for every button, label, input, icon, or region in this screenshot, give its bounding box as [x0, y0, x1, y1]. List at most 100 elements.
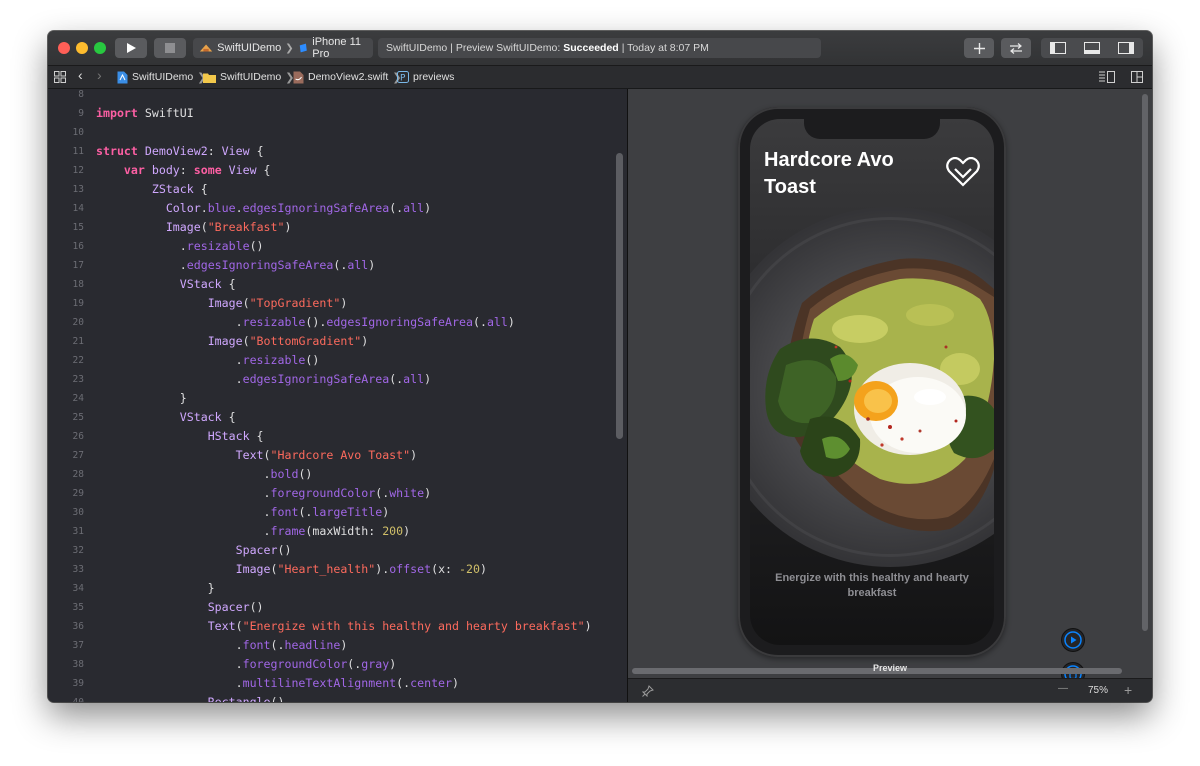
- code-line[interactable]: 26 HStack {: [48, 427, 627, 446]
- code-token: (): [305, 353, 320, 367]
- code-line[interactable]: 25 VStack {: [48, 408, 627, 427]
- code-token: Rectangle: [207, 695, 271, 702]
- stop-button[interactable]: [154, 38, 186, 58]
- code-line[interactable]: 17 .edgesIgnoringSafeArea(.all): [48, 256, 627, 275]
- add-editor-icon[interactable]: [1131, 69, 1143, 85]
- code-line[interactable]: 8: [48, 89, 627, 104]
- code-line[interactable]: 33 Image("Heart_health").offset(x: -20): [48, 560, 627, 579]
- code-line[interactable]: 32 Spacer(): [48, 541, 627, 560]
- code-token: all: [347, 258, 369, 272]
- code-line[interactable]: 36 Text("Energize with this healthy and …: [48, 617, 627, 636]
- code-line[interactable]: 39 .multilineTextAlignment(.center): [48, 674, 627, 693]
- code-line[interactable]: 28 .bold(): [48, 465, 627, 484]
- code-line[interactable]: 29 .foregroundColor(.white): [48, 484, 627, 503]
- forward-button[interactable]: ›: [97, 67, 102, 83]
- code-text: }: [96, 579, 215, 598]
- device-notch: [804, 119, 940, 139]
- scheme-selector[interactable]: SwiftUIDemo ❯ iPhone 11 Pro: [193, 36, 373, 60]
- inspector-toggle-icon[interactable]: [1118, 42, 1134, 54]
- code-token: ().: [305, 315, 327, 329]
- editor-scrollbar[interactable]: [616, 153, 623, 439]
- code-token: white: [389, 486, 425, 500]
- code-line[interactable]: 21 Image("BottomGradient"): [48, 332, 627, 351]
- back-button[interactable]: ‹: [78, 67, 83, 83]
- canvas-bottom-bar: — 75% +: [628, 678, 1152, 702]
- line-number: 9: [78, 108, 84, 119]
- code-token: (x:: [431, 562, 460, 576]
- debug-area-toggle-icon[interactable]: [1084, 42, 1100, 54]
- line-number: 29: [72, 488, 84, 499]
- library-button[interactable]: [964, 38, 994, 58]
- code-token: "Energize with this healthy and hearty b…: [242, 619, 585, 633]
- line-number: 31: [72, 526, 84, 537]
- related-items-icon[interactable]: [54, 69, 66, 85]
- canvas-vertical-scrollbar[interactable]: [1142, 94, 1148, 631]
- zoom-in-button[interactable]: +: [1124, 682, 1132, 698]
- zoom-out-button[interactable]: —: [1058, 683, 1068, 694]
- run-button[interactable]: [115, 38, 147, 58]
- code-line[interactable]: 35 Spacer(): [48, 598, 627, 617]
- close-window-button[interactable]: [58, 42, 70, 54]
- code-token: (): [249, 239, 264, 253]
- navigator-toggle-icon[interactable]: [1050, 42, 1066, 54]
- code-text: .edgesIgnoringSafeArea(.all): [96, 370, 432, 389]
- code-line[interactable]: 40 Rectangle(): [48, 693, 627, 702]
- pin-icon[interactable]: [642, 685, 654, 697]
- source-editor[interactable]: 8 9 import SwiftUI 10 11 struct DemoView2: Vi…: [48, 89, 627, 702]
- iphone-preview: Hardcore Avo Toast Energize with this he…: [738, 107, 1006, 657]
- code-line[interactable]: 16 .resizable(): [48, 237, 627, 256]
- minimize-window-button[interactable]: [76, 42, 88, 54]
- code-line[interactable]: 13 ZStack {: [48, 180, 627, 199]
- line-number: 17: [72, 260, 84, 271]
- code-line[interactable]: 23 .edgesIgnoringSafeArea(.all): [48, 370, 627, 389]
- line-number: 32: [72, 545, 84, 556]
- code-line[interactable]: 11 struct DemoView2: View {: [48, 142, 627, 161]
- line-number: 24: [72, 393, 84, 404]
- code-line[interactable]: 18 VStack {: [48, 275, 627, 294]
- code-text: Image("TopGradient"): [96, 294, 348, 313]
- code-token: .: [96, 676, 243, 690]
- code-line[interactable]: 37 .font(.headline): [48, 636, 627, 655]
- breadcrumb-symbol[interactable]: P previews: [397, 69, 454, 85]
- code-token: Spacer: [207, 600, 250, 614]
- code-token: Text: [235, 448, 264, 462]
- breadcrumb-file[interactable]: DemoView2.swift ❯: [293, 69, 402, 85]
- breadcrumb-project[interactable]: SwiftUIDemo ❯: [117, 69, 206, 85]
- code-line[interactable]: 15 Image("Breakfast"): [48, 218, 627, 237]
- zoom-window-button[interactable]: [94, 42, 106, 54]
- code-review-button[interactable]: [1001, 38, 1031, 58]
- code-line[interactable]: 24 }: [48, 389, 627, 408]
- code-token: ): [424, 486, 432, 500]
- code-token: Image: [165, 220, 201, 234]
- preview-canvas: Hardcore Avo Toast Energize with this he…: [628, 89, 1152, 702]
- code-line[interactable]: 20 .resizable().edgesIgnoringSafeArea(.a…: [48, 313, 627, 332]
- code-token: resizable: [186, 239, 250, 253]
- code-text: Spacer(): [96, 598, 264, 617]
- code-line[interactable]: 27 Text("Hardcore Avo Toast"): [48, 446, 627, 465]
- code-token: (.: [270, 638, 285, 652]
- code-line[interactable]: 34 }: [48, 579, 627, 598]
- code-line[interactable]: 12 var body: some View {: [48, 161, 627, 180]
- code-token: (): [249, 600, 264, 614]
- code-line[interactable]: 14 Color.blue.edgesIgnoringSafeArea(.all…: [48, 199, 627, 218]
- line-number: 20: [72, 317, 84, 328]
- code-line[interactable]: 31 .frame(maxWidth: 200): [48, 522, 627, 541]
- code-line[interactable]: 22 .resizable(): [48, 351, 627, 370]
- code-text: .font(.largeTitle): [96, 503, 390, 522]
- code-token: View: [228, 163, 257, 177]
- live-preview-button[interactable]: [1062, 629, 1084, 651]
- code-line[interactable]: 10: [48, 123, 627, 142]
- code-line[interactable]: 38 .foregroundColor(.gray): [48, 655, 627, 674]
- code-token: (maxWidth:: [305, 524, 383, 538]
- code-token: "BottomGradient": [249, 334, 362, 348]
- code-line[interactable]: 9 import SwiftUI: [48, 104, 627, 123]
- breadcrumb-group[interactable]: SwiftUIDemo ❯: [203, 69, 294, 85]
- jump-bar: ‹ › SwiftUIDemo ❯ SwiftUIDemo ❯ DemoView…: [48, 66, 1152, 89]
- editor-options-icon[interactable]: [1099, 69, 1115, 85]
- preview-screen[interactable]: Hardcore Avo Toast Energize with this he…: [750, 119, 994, 645]
- code-line[interactable]: 30 .font(.largeTitle): [48, 503, 627, 522]
- code-token: ): [361, 334, 369, 348]
- code-line[interactable]: 19 Image("TopGradient"): [48, 294, 627, 313]
